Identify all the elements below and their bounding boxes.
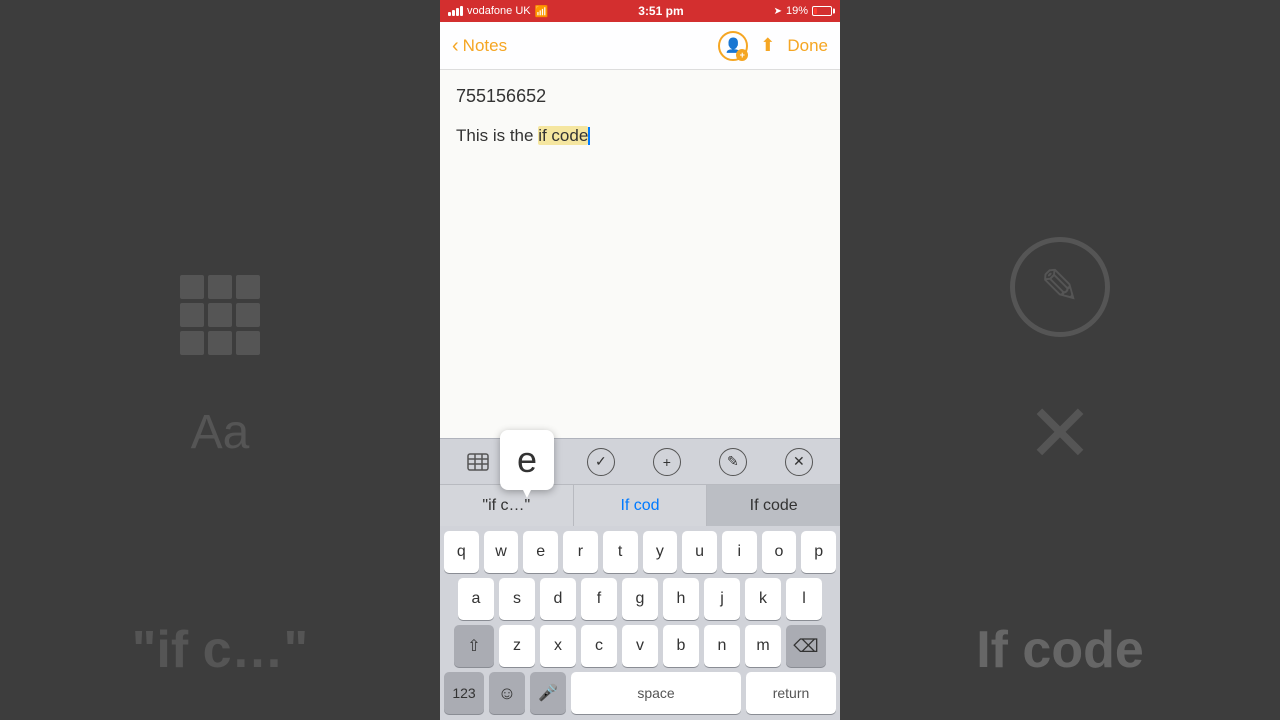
autocomplete-option-2[interactable]: If cod [574,485,708,526]
status-bar: vodafone UK 📶 3:51 pm ➤ 19% [440,0,840,22]
text-cursor [588,127,590,145]
share-button[interactable]: ⬆ [760,35,775,56]
keyboard-row-3: ⇧ z x c v b n m ⌫ [440,620,840,667]
pencil-circle-bg: ✎ [1010,237,1110,337]
markup-button[interactable]: ✎ [711,444,755,480]
key-j[interactable]: j [704,578,740,620]
aa-label-bg: Aa [191,405,250,460]
done-button[interactable]: Done [787,36,828,56]
close-toolbar-button[interactable]: ✕ [777,444,821,480]
add-badge: + [736,49,748,61]
note-number: 755156652 [456,86,824,107]
plus-circle-icon: + [653,448,681,476]
signal-icon [448,6,463,16]
back-arrow-icon: ‹ [452,36,459,56]
if-code-right-bg: If code [976,620,1144,680]
key-g[interactable]: g [622,578,658,620]
carrier-text: vodafone UK [467,5,531,17]
autocomplete-text-2: If cod [620,497,659,515]
key-v[interactable]: v [622,625,658,667]
table-icon-bg [180,275,260,355]
autocomplete-text-3: If code [750,497,798,515]
left-background-panel: Aa "if c…" [0,0,440,720]
keyboard-row-2: a s d f g h j k l [440,573,840,620]
note-content-area[interactable]: 755156652 This is the if code [440,70,840,438]
space-key[interactable]: space [571,672,741,714]
key-l[interactable]: l [786,578,822,620]
delete-key[interactable]: ⌫ [786,625,826,667]
key-p[interactable]: p [801,531,836,573]
return-key[interactable]: return [746,672,836,714]
status-right: ➤ 19% [774,5,832,17]
right-background-panel: ✎ ✕ If code [840,0,1280,720]
key-s[interactable]: s [499,578,535,620]
table-toolbar-button[interactable] [459,449,497,475]
wifi-icon: 📶 [535,5,549,18]
key-c[interactable]: c [581,625,617,667]
key-q[interactable]: q [444,531,479,573]
add-collaborator-button[interactable]: 👤 + [718,31,748,61]
key-o[interactable]: o [762,531,797,573]
key-y[interactable]: y [643,531,678,573]
nav-actions: 👤 + ⬆ Done [718,31,828,61]
key-b[interactable]: b [663,625,699,667]
key-e[interactable]: e [523,531,558,573]
check-circle-icon: ✓ [587,448,615,476]
status-left: vodafone UK 📶 [448,5,548,18]
checklist-button[interactable]: ✓ [579,444,623,480]
key-f[interactable]: f [581,578,617,620]
key-u[interactable]: u [682,531,717,573]
shift-key[interactable]: ⇧ [454,625,494,667]
key-popup-letter: e [517,439,537,481]
location-icon: ➤ [774,6,782,17]
battery-percent: 19% [786,5,808,17]
key-k[interactable]: k [745,578,781,620]
x-circle-icon: ✕ [785,448,813,476]
screen-wrapper: Aa "if c…" ✎ ✕ If code vodafone UK 📶 [0,0,1280,720]
key-d[interactable]: d [540,578,576,620]
battery-icon [812,6,832,16]
emoji-key[interactable]: ☺ [489,672,525,714]
keyboard: q w e r t y u i o p a s d f g h j k [440,526,840,720]
autocomplete-option-3[interactable]: If code [707,485,840,526]
numbers-key[interactable]: 123 [444,672,484,714]
navigation-bar: ‹ Notes 👤 + ⬆ Done [440,22,840,70]
keyboard-row-bottom: 123 ☺ 🎤 space return [440,667,840,720]
note-text-prefix: This is the [456,126,538,145]
microphone-key[interactable]: 🎤 [530,672,566,714]
phone-screen: vodafone UK 📶 3:51 pm ➤ 19% ‹ Notes [440,0,840,720]
key-t[interactable]: t [603,531,638,573]
back-label: Notes [463,36,507,56]
note-text: This is the if code [456,123,824,149]
key-z[interactable]: z [499,625,535,667]
x-icon-bg: ✕ [1026,387,1093,480]
back-button[interactable]: ‹ Notes [452,36,507,56]
autocomplete-text-1: "if c…" [482,497,530,515]
note-text-highlight: if code [538,126,588,145]
insert-button[interactable]: + [645,444,689,480]
if-c-quote-bg: "if c…" [132,620,308,680]
keyboard-row-1: q w e r t y u i o p [440,526,840,573]
key-x[interactable]: x [540,625,576,667]
status-time: 3:51 pm [638,4,683,18]
key-popup: e [500,430,554,490]
key-i[interactable]: i [722,531,757,573]
autocomplete-option-1[interactable]: "if c…" [440,485,574,526]
autocomplete-bar: e "if c…" If cod If code [440,484,840,526]
key-m[interactable]: m [745,625,781,667]
key-w[interactable]: w [484,531,519,573]
key-a[interactable]: a [458,578,494,620]
key-h[interactable]: h [663,578,699,620]
key-n[interactable]: n [704,625,740,667]
pencil-circle-icon: ✎ [719,448,747,476]
key-r[interactable]: r [563,531,598,573]
